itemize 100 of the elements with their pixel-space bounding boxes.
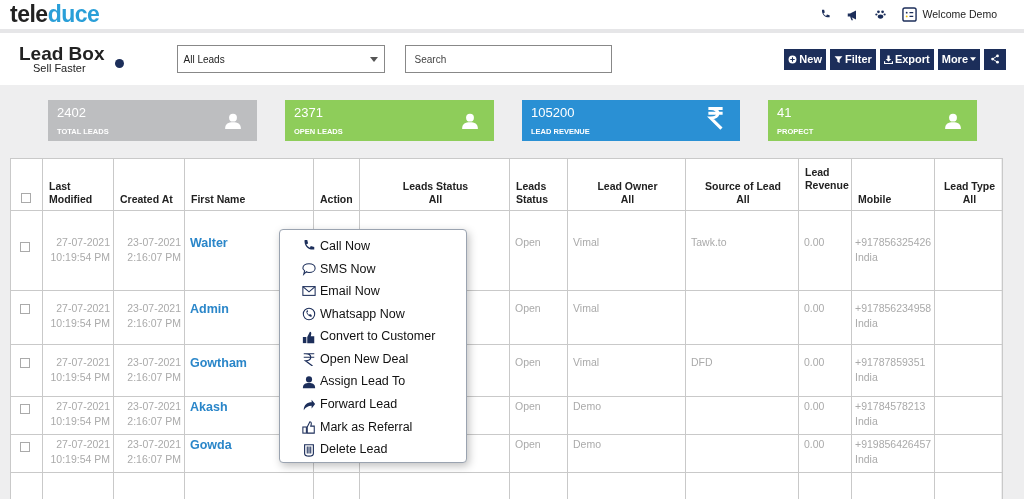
column-header[interactable]: Lead Revenue xyxy=(798,158,852,211)
status-text: Open xyxy=(515,301,542,316)
row-checkbox[interactable] xyxy=(20,304,30,314)
more-button[interactable]: More xyxy=(937,48,980,70)
envelope-icon xyxy=(302,284,316,299)
user-name: Welcome Demo xyxy=(922,6,997,22)
date-time-text: 27-07-2021 10:19:54 PM xyxy=(49,301,110,331)
lead-name-link[interactable]: Gowtham xyxy=(190,356,247,370)
logo[interactable]: teleduce xyxy=(10,3,100,26)
mobile-text: +917856234958 India xyxy=(855,301,933,331)
menu-item[interactable]: Email Now xyxy=(302,280,466,303)
row-checkbox[interactable] xyxy=(20,442,30,452)
filter-button[interactable]: Filter xyxy=(829,48,876,70)
revenue-text: 0.00 xyxy=(804,301,826,316)
row-checkbox[interactable] xyxy=(20,358,30,368)
profile-card-icon[interactable] xyxy=(901,7,917,22)
mobile-text: +91787859351 India xyxy=(855,355,927,385)
mobile-text: +91784578213 India xyxy=(855,399,927,429)
share-icon xyxy=(990,54,1000,64)
revenue-text: 0.00 xyxy=(804,235,826,250)
date-time-text: 27-07-2021 10:19:54 PM xyxy=(49,235,110,265)
stat-value: 2402 xyxy=(57,106,87,119)
megaphone-icon[interactable] xyxy=(846,8,859,21)
speech-bubble-icon xyxy=(302,261,316,276)
date-time-text: 27-07-2021 10:19:54 PM xyxy=(49,437,110,467)
select-all-checkbox[interactable] xyxy=(21,192,31,203)
rupee-icon xyxy=(706,106,725,130)
menu-item[interactable]: Mark as Referral xyxy=(302,415,466,439)
row-checkbox[interactable] xyxy=(20,242,30,252)
status-text: Open xyxy=(515,437,542,452)
owner-text: Demo xyxy=(573,399,602,414)
mobile-text: +919856426457 India xyxy=(855,437,933,467)
menu-item[interactable]: Forward Lead xyxy=(302,393,466,416)
stat-value: 41 xyxy=(777,106,793,119)
date-time-text: 23-07-2021 2:16:07 PM xyxy=(126,437,181,467)
stat-value: 105200 xyxy=(531,106,576,119)
revenue-text: 0.00 xyxy=(804,355,826,370)
chat-phone-icon xyxy=(302,307,316,322)
lead-name-link[interactable]: Admin xyxy=(190,302,229,316)
lead-name-link[interactable]: Gowda xyxy=(190,438,232,452)
rupee-icon xyxy=(302,352,316,367)
menu-item[interactable]: Call Now xyxy=(302,235,466,258)
date-time-text: 27-07-2021 10:19:54 PM xyxy=(49,399,110,429)
column-header[interactable]: Last Modified xyxy=(42,158,114,211)
date-time-text: 23-07-2021 2:16:07 PM xyxy=(126,355,181,385)
lead-name-link[interactable]: Walter xyxy=(190,236,228,250)
revenue-text: 0.00 xyxy=(804,399,826,414)
status-text: Open xyxy=(515,235,542,250)
column-header[interactable]: Lead Type All xyxy=(934,158,1003,211)
column-header[interactable]: Action xyxy=(313,158,360,211)
export-button[interactable]: Export xyxy=(879,48,934,70)
new-button[interactable]: New xyxy=(784,48,826,70)
owner-text: Demo xyxy=(573,437,602,452)
plus-circle-icon xyxy=(788,54,798,64)
status-text: Open xyxy=(515,399,542,414)
menu-item[interactable]: Whatsapp Now xyxy=(302,302,466,326)
page-subtitle: Sell Faster xyxy=(33,63,87,74)
download-icon xyxy=(883,54,893,64)
phone-icon[interactable] xyxy=(819,9,831,20)
column-header[interactable]: Leads Status All xyxy=(359,158,510,211)
user-icon xyxy=(224,111,242,131)
user-icon xyxy=(461,111,479,131)
column-header[interactable]: Mobile xyxy=(851,158,935,211)
search-field[interactable]: Search xyxy=(404,45,612,73)
caret-icon xyxy=(369,56,378,62)
lead-name-link[interactable]: Akash xyxy=(190,400,228,414)
column-header[interactable]: Created At xyxy=(113,158,185,211)
menu-item[interactable]: Assign Lead To xyxy=(302,370,466,394)
status-text: Open xyxy=(515,355,542,370)
page-title: Lead Box xyxy=(19,44,105,63)
view-select[interactable]: All Leads xyxy=(176,45,385,73)
date-time-text: 23-07-2021 2:16:07 PM xyxy=(126,235,181,265)
trash-icon xyxy=(302,442,316,457)
source-text: Tawk.to xyxy=(691,235,728,250)
owner-text: Vimal xyxy=(573,355,601,370)
menu-item[interactable]: Convert to Customer xyxy=(302,325,466,348)
column-header[interactable]: Leads Status xyxy=(509,158,568,211)
column-header[interactable]: Lead Owner All xyxy=(567,158,686,211)
source-text: DFD xyxy=(691,355,714,370)
row-checkbox[interactable] xyxy=(20,404,30,414)
column-header[interactable]: First Name xyxy=(184,158,314,211)
date-time-text: 23-07-2021 2:16:07 PM xyxy=(126,399,181,429)
menu-item[interactable]: SMS Now xyxy=(302,257,466,281)
filter-icon xyxy=(833,54,843,64)
user-icon xyxy=(302,374,316,389)
menu-item[interactable]: Delete Lead xyxy=(302,438,466,461)
date-time-text: 27-07-2021 10:19:54 PM xyxy=(49,355,110,385)
date-time-text: 23-07-2021 2:16:07 PM xyxy=(126,301,181,331)
group-icon[interactable] xyxy=(874,9,886,20)
share-button[interactable] xyxy=(984,48,1006,70)
menu-item[interactable]: Open New Deal xyxy=(302,347,466,371)
caret-icon xyxy=(970,57,976,61)
owner-text: Vimal xyxy=(573,301,601,316)
thumbs-up-icon xyxy=(302,329,316,344)
revenue-text: 0.00 xyxy=(804,437,826,452)
column-header[interactable]: Source of Lead All xyxy=(685,158,799,211)
stat-value: 2371 xyxy=(294,106,324,119)
status-dot xyxy=(114,58,124,68)
user-icon xyxy=(944,111,962,131)
thumbs-up-icon xyxy=(302,420,316,435)
